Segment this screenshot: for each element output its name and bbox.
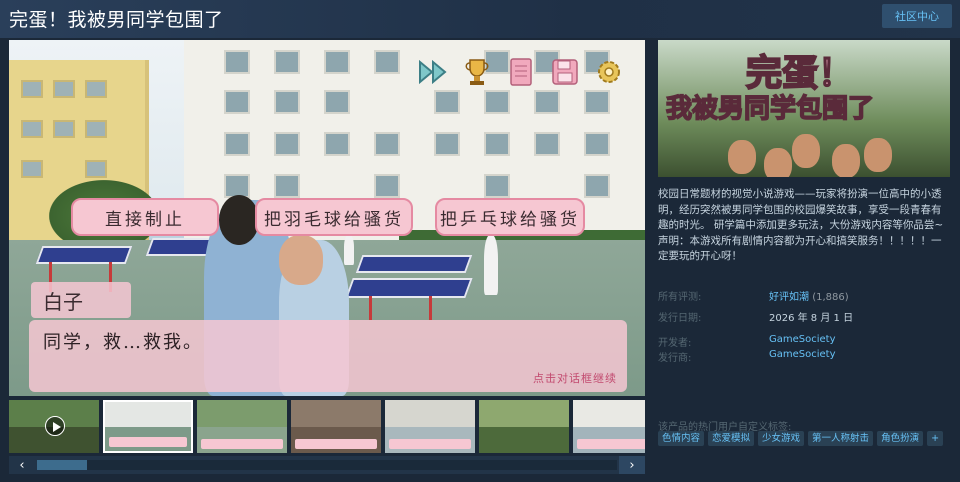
scroll-right-icon[interactable]: › [619, 456, 645, 474]
add-tag-button[interactable]: + [927, 431, 944, 446]
scroll-thumb[interactable] [37, 460, 87, 470]
developer-link[interactable]: GameSociety [769, 334, 836, 345]
release-label: 发行日期: [658, 313, 702, 324]
play-icon [45, 416, 65, 436]
game-toolbar [417, 56, 625, 88]
background-student [344, 235, 354, 265]
thumbnail[interactable] [573, 400, 645, 453]
game-description: 校园日常题材的视觉小说游戏——玩家将扮演一位高中的小透明，经历突然被男同学包围的… [658, 188, 944, 262]
scroll-track[interactable] [37, 460, 617, 470]
thumbnail-strip [9, 400, 645, 455]
table-leg [429, 296, 432, 320]
character-head [219, 195, 259, 245]
publisher-label: 发行商: [658, 353, 692, 364]
scroll-left-icon[interactable]: ‹ [9, 456, 35, 474]
tag[interactable]: 色情内容 [658, 431, 705, 446]
thumbnail-scrollbar[interactable]: ‹ › [9, 456, 645, 474]
trophy-icon[interactable] [461, 56, 493, 88]
speaker-name: 白子 [31, 282, 131, 318]
tag[interactable]: 第一人称射击 [808, 431, 874, 446]
publisher-link[interactable]: GameSociety [769, 349, 836, 360]
background-student [484, 235, 498, 295]
community-hub-button[interactable]: 社区中心 [882, 4, 952, 28]
fast-forward-icon[interactable] [417, 56, 449, 88]
reviews-count: (1,886) [812, 292, 849, 303]
reviews-label: 所有评测: [658, 292, 702, 303]
dialog-box[interactable]: 同学，救…救我。 点击对话框继续 [29, 320, 627, 392]
settings-gear-icon[interactable] [593, 56, 625, 88]
reviews-summary[interactable]: 好评如潮 (1,886) [769, 288, 849, 303]
choice-button-3[interactable]: 把乒乓球给骚货 [435, 198, 585, 236]
capsule-image: 完蛋！ 我被男同学包围了 [658, 40, 950, 177]
ping-pong-table [355, 255, 473, 273]
choice-button-1[interactable]: 直接制止 [71, 198, 219, 236]
reviews-value[interactable]: 好评如潮 [769, 292, 809, 303]
thumbnail-selected[interactable] [103, 400, 193, 453]
continue-hint: 点击对话框继续 [533, 372, 617, 385]
save-icon[interactable] [549, 56, 581, 88]
character-face [279, 235, 323, 285]
tag[interactable]: 角色扮演 [877, 431, 924, 446]
thumbnail[interactable] [385, 400, 475, 453]
ping-pong-table [345, 278, 473, 298]
thumbnail[interactable] [291, 400, 381, 453]
choice-button-2[interactable]: 把羽毛球给骚货 [255, 198, 413, 236]
main-screenshot[interactable]: 直接制止 把羽毛球给骚货 把乒乓球给骚货 白子 同学，救…救我。 点击对话框继续 [9, 40, 645, 396]
release-date: 2026 年 8 月 1 日 [769, 313, 854, 324]
tag-list: 色情内容 恋爱模拟 少女游戏 第一人称射击 角色扮演 + [658, 431, 944, 446]
capsule-title-line2: 我被男同学包围了 [665, 93, 875, 125]
thumbnail-video[interactable] [9, 400, 99, 453]
thumbnail[interactable] [197, 400, 287, 453]
dialog-text: 同学，救…救我。 [43, 332, 203, 353]
page-title: 完蛋！我被男同学包围了 [9, 9, 224, 31]
developer-label: 开发者: [658, 338, 692, 349]
thumbnail[interactable] [479, 400, 569, 453]
tag[interactable]: 少女游戏 [758, 431, 805, 446]
tag[interactable]: 恋爱模拟 [708, 431, 755, 446]
notebook-icon[interactable] [505, 56, 537, 88]
table-leg [369, 296, 372, 320]
